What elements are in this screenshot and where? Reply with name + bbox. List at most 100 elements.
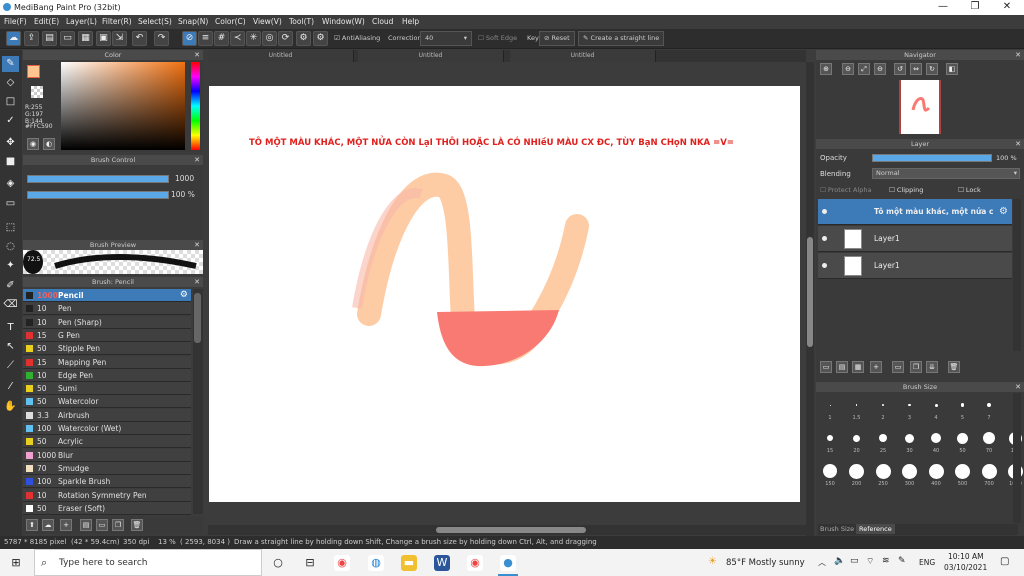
chrome-profile-icon[interactable]: ◉ (467, 555, 483, 571)
network-icon[interactable]: ⌔ (866, 556, 874, 567)
eyedropper-icon[interactable]: ⁄ (2, 379, 19, 395)
visibility-eye-icon[interactable] (822, 209, 827, 214)
brush-list-item[interactable]: 1000 Blur (23, 448, 191, 462)
brush-size-option[interactable] (983, 432, 995, 444)
brush-size-slider[interactable] (27, 175, 169, 183)
gradient-tool-icon[interactable]: ▭ (2, 196, 19, 212)
text-tool-icon[interactable]: T (2, 320, 19, 336)
layer-row[interactable]: Tô một màu khác, một nửa c ⚙ (818, 199, 1012, 225)
clock-time[interactable]: 10:10 AM (948, 552, 984, 561)
select-pen-icon[interactable]: ✐ (2, 278, 19, 294)
fit-icon[interactable]: ⤢ (858, 63, 870, 75)
navigator-thumbnail[interactable] (899, 80, 941, 134)
brush-size-option[interactable] (908, 403, 911, 407)
snap-off-icon[interactable]: ⊘ (182, 31, 197, 46)
rotate-left-icon[interactable]: ↺ (894, 63, 906, 75)
divide-tool-icon[interactable]: ⟋ (2, 358, 19, 374)
clock-date[interactable]: 03/10/2021 (944, 563, 987, 572)
lock-checkbox[interactable]: ☐ Lock (958, 186, 981, 194)
redo-icon[interactable]: ↷ (154, 31, 169, 46)
brush-list-item[interactable]: 70 Smudge (23, 461, 191, 475)
snap-parallel-icon[interactable]: ≡ (198, 31, 213, 46)
correction-select[interactable]: 40 ▾ (420, 31, 472, 46)
operation-tool-icon[interactable]: ↖ (2, 339, 19, 355)
snap-grid-icon[interactable]: # (214, 31, 229, 46)
minimize-button[interactable]: — (936, 1, 950, 12)
brush-list-item[interactable]: 3.3 Airbrush (23, 408, 191, 422)
flip-icon[interactable]: ⇔ (910, 63, 922, 75)
brush-size-option[interactable] (986, 402, 992, 408)
scroll-thumb[interactable] (807, 237, 813, 347)
add-brush-icon[interactable]: ⬆ (26, 519, 38, 531)
move-tool-icon[interactable]: ✥ (2, 135, 19, 151)
canvas-paper[interactable]: TÔ MỘT MÀU KHÁC, MỘT NỬA CÒN LạI THÔI HO… (209, 86, 800, 502)
brush-list-item[interactable]: 50 Stipple Pen (23, 342, 191, 356)
menu-window[interactable]: Window(W) (322, 17, 365, 26)
straight-line-button[interactable]: ✎ Create a straight line (578, 31, 665, 46)
menu-tool[interactable]: Tool(T) (289, 17, 314, 26)
close-button[interactable]: ✕ (1000, 1, 1014, 12)
volume-icon[interactable]: 🔈 (834, 556, 845, 566)
new-layer-icon[interactable]: ▭ (820, 361, 832, 373)
transform-icon[interactable]: ⇲ (112, 31, 127, 46)
menu-edit[interactable]: Edit(E) (34, 17, 59, 26)
menu-file[interactable]: File(F) (4, 17, 27, 26)
pen-icon[interactable]: ✎ (898, 556, 906, 566)
select-brush-icon[interactable]: ✓ (2, 113, 19, 129)
menu-filter[interactable]: Filter(R) (102, 17, 132, 26)
task-view-icon[interactable]: ○ (270, 555, 286, 571)
menu-select[interactable]: Select(S) (138, 17, 172, 26)
add-layer-menu-icon[interactable]: + (870, 361, 882, 373)
file-explorer-icon[interactable]: ▬ (401, 555, 417, 571)
tray-chevron-icon[interactable]: ︿ (818, 557, 826, 568)
widgets-icon[interactable]: ⊟ (302, 555, 318, 571)
brush-size-option[interactable] (902, 463, 917, 479)
color-mode-icon[interactable]: ◉ (27, 138, 39, 150)
brush-size-option[interactable] (905, 433, 914, 443)
menu-view[interactable]: View(V) (253, 17, 282, 26)
snap-gear-icon[interactable]: ⚙ (296, 31, 311, 46)
folder-icon[interactable]: ▭ (892, 361, 904, 373)
new-brush-icon[interactable]: + (60, 519, 72, 531)
cloud-brush-icon[interactable]: ☁ (42, 519, 54, 531)
undo-icon[interactable]: ↶ (132, 31, 147, 46)
brush-size-option[interactable] (849, 463, 864, 479)
snap-radial-icon[interactable]: ✳ (246, 31, 261, 46)
protect-alpha-checkbox[interactable]: ☐ Protect Alpha (820, 186, 871, 194)
language-indicator[interactable]: ENG (919, 558, 935, 567)
brush-size-option[interactable] (829, 404, 831, 406)
close-icon[interactable]: ✕ (1015, 382, 1021, 392)
taskbar-search-box[interactable]: ⌕ Type here to search (34, 549, 262, 576)
trash-icon[interactable]: 🗑 (948, 361, 960, 373)
chrome-icon[interactable]: ◉ (334, 555, 350, 571)
primary-color-swatch[interactable] (27, 65, 40, 78)
softedge-checkbox[interactable]: ☐ Soft Edge (478, 34, 517, 42)
brush-size-option[interactable] (853, 434, 860, 442)
visibility-eye-icon[interactable] (822, 236, 827, 241)
brush-size-option[interactable] (931, 433, 941, 443)
brush-size-option[interactable] (955, 463, 970, 479)
brush-tool-icon[interactable]: ✎ (2, 56, 19, 72)
brush-size-option[interactable] (957, 432, 968, 444)
battery-icon[interactable]: ▭ (850, 556, 859, 566)
weather-text[interactable]: 85°F Mostly sunny (726, 558, 805, 568)
reset-button[interactable]: ⊘ Reset (539, 31, 575, 46)
tab-untitled-1[interactable]: Untitled (208, 50, 354, 62)
brush-list-item[interactable]: 50 Sumi (23, 382, 191, 396)
folder-icon[interactable]: ▭ (96, 519, 108, 531)
brush-list-item[interactable]: 15 G Pen (23, 328, 191, 342)
brush-list-item[interactable]: 100 Sparkle Brush (23, 475, 191, 489)
menu-cloud[interactable]: Cloud (372, 17, 393, 26)
snap-curve-icon[interactable]: ⟳ (278, 31, 293, 46)
tab-reference[interactable]: Reference (856, 524, 895, 534)
brush-list-item[interactable]: 10 Edge Pen (23, 368, 191, 382)
clipping-checkbox[interactable]: ☐ Clipping (889, 186, 923, 194)
close-icon[interactable]: ✕ (194, 240, 200, 250)
brush-size-option[interactable] (827, 435, 833, 441)
eraser-tool-icon[interactable]: ◇ (2, 75, 19, 91)
brush-size-option[interactable] (934, 403, 938, 407)
select-eraser-icon[interactable]: ⌫ (2, 297, 19, 313)
brush-list-item[interactable]: 50 Watercolor (23, 395, 191, 409)
hand-tool-icon[interactable]: ✋ (2, 399, 19, 415)
trash-icon[interactable]: 🗑 (131, 519, 143, 531)
